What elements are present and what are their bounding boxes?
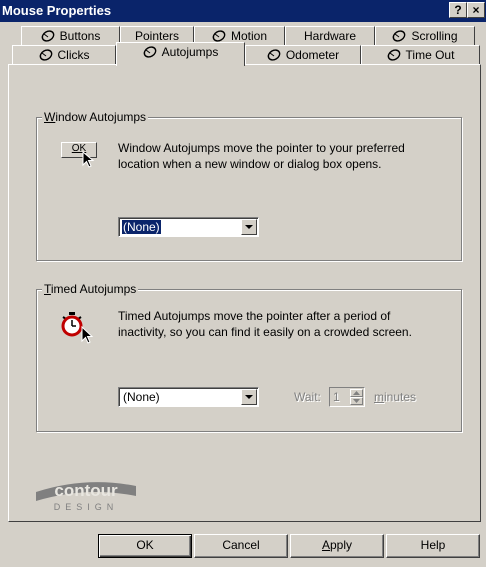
wait-value: 1 bbox=[333, 390, 340, 404]
tab-label: Clicks bbox=[57, 48, 90, 62]
group-label: Window Autojumps bbox=[42, 110, 149, 124]
tab-clicks[interactable]: Clicks bbox=[12, 45, 116, 65]
svg-text:contour: contour bbox=[54, 481, 118, 500]
group-label: Timed Autojumps bbox=[42, 282, 139, 296]
tab-autojumps[interactable]: Autojumps bbox=[116, 42, 245, 66]
ok-button[interactable]: OK bbox=[98, 534, 192, 558]
mouse-icon bbox=[41, 30, 56, 42]
close-title-button[interactable]: × bbox=[467, 2, 485, 18]
tab-label: Pointers bbox=[134, 29, 180, 43]
title-bar: Mouse Properties ? × bbox=[0, 0, 486, 22]
timed-autojumps-select[interactable]: (None) bbox=[118, 387, 259, 407]
stopwatch-icon bbox=[61, 312, 94, 344]
tab-label: Autojumps bbox=[161, 45, 219, 59]
tab-label: Buttons bbox=[59, 29, 101, 43]
tab-buttons[interactable]: Buttons bbox=[21, 26, 120, 46]
arrow-cursor-icon bbox=[82, 151, 95, 168]
chevron-down-icon[interactable] bbox=[241, 389, 257, 405]
mouse-properties-window: Mouse Properties ? × Buttons Pointers Mo… bbox=[0, 0, 486, 567]
select-value: (None) bbox=[121, 219, 162, 235]
mouse-icon bbox=[387, 49, 402, 61]
select-value: (None) bbox=[123, 390, 160, 404]
tab-time-out[interactable]: Time Out bbox=[361, 45, 480, 65]
mouse-icon bbox=[143, 46, 158, 58]
tab-label: Hardware bbox=[303, 29, 357, 43]
window-autojumps-select[interactable]: (None) bbox=[118, 217, 259, 237]
mouse-icon bbox=[39, 49, 54, 61]
tab-label: Odometer bbox=[285, 48, 340, 62]
tab-label: Scrolling bbox=[411, 29, 458, 43]
tab-odometer[interactable]: Odometer bbox=[245, 45, 361, 65]
wait-label: Wait: bbox=[294, 390, 321, 404]
apply-button[interactable]: Apply bbox=[290, 534, 384, 558]
spin-down-icon[interactable] bbox=[350, 397, 363, 405]
window-title: Mouse Properties bbox=[2, 3, 112, 18]
tab-label: Time Out bbox=[405, 48, 455, 62]
tab-hardware[interactable]: Hardware bbox=[285, 26, 375, 46]
minutes-label: minutes bbox=[374, 390, 417, 404]
tab-panel: Window Autojumps OK Window Autojumps mov… bbox=[8, 64, 481, 522]
contour-design-logo: contour DESIGN bbox=[32, 472, 142, 512]
mouse-icon bbox=[212, 30, 227, 42]
window-autojumps-description: Window Autojumps move the pointer to you… bbox=[118, 141, 405, 171]
wait-spinner[interactable]: 1 bbox=[329, 387, 365, 407]
tab-label: Motion bbox=[230, 29, 268, 43]
spin-up-icon[interactable] bbox=[350, 389, 363, 397]
help-button[interactable]: Help bbox=[386, 534, 480, 558]
tab-scrolling[interactable]: Scrolling bbox=[375, 26, 475, 46]
timed-autojumps-group: Timed Autojumps Timed Autojumps move the… bbox=[36, 282, 462, 432]
mouse-icon bbox=[267, 49, 282, 61]
svg-text:DESIGN: DESIGN bbox=[54, 502, 119, 512]
cancel-button[interactable]: Cancel bbox=[194, 534, 288, 558]
window-autojumps-group: Window Autojumps OK Window Autojumps mov… bbox=[36, 110, 462, 261]
timed-autojumps-description: Timed Autojumps move the pointer after a… bbox=[118, 309, 412, 339]
mouse-icon bbox=[392, 30, 407, 42]
help-title-button[interactable]: ? bbox=[449, 2, 467, 18]
chevron-down-icon[interactable] bbox=[241, 219, 257, 235]
